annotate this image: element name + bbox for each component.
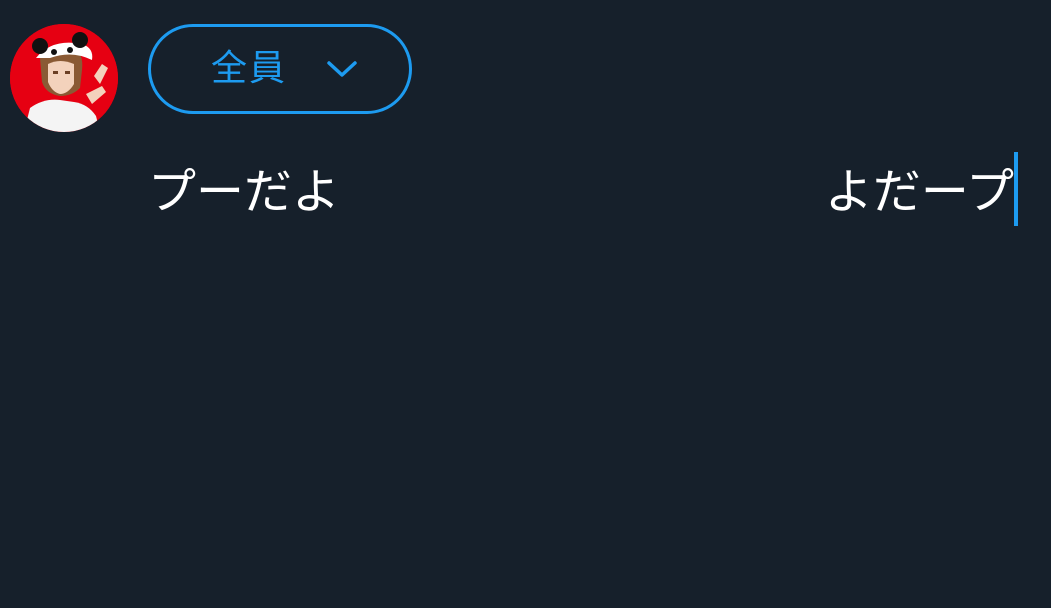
compose-text-rtl: よだープ: [824, 164, 1014, 220]
chevron-down-icon: [327, 60, 357, 78]
user-avatar[interactable]: [10, 24, 118, 132]
avatar-image: [10, 24, 118, 132]
audience-selector-button[interactable]: 全員: [148, 24, 412, 114]
audience-selector-label: 全員: [210, 48, 287, 89]
compose-text-ltr: プーだよ: [148, 164, 341, 220]
tweet-compose-textarea[interactable]: プーだよ よだープ: [148, 150, 1028, 230]
text-cursor: [1014, 152, 1018, 226]
